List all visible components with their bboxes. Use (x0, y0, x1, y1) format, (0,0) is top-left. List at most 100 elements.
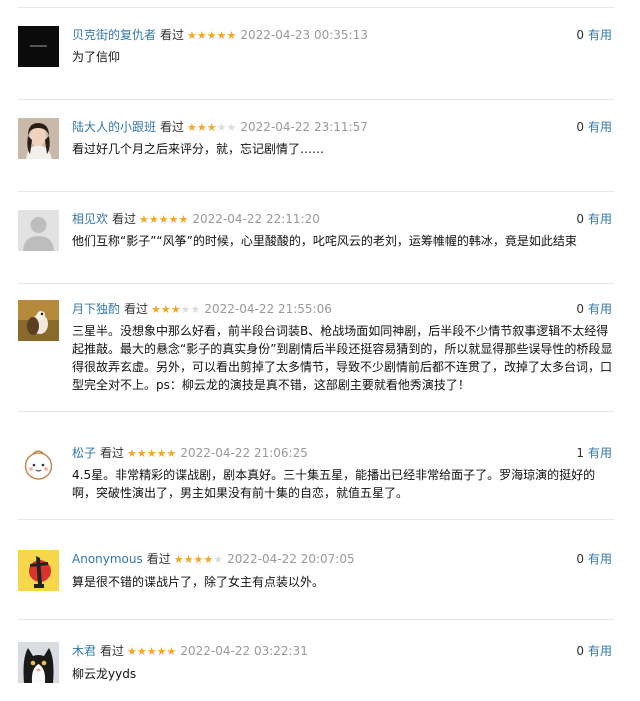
comment-item: 松子 看过 ★★★★★ 2022-04-22 21:06:25 1 有用 4.5星。非常… (0, 412, 640, 520)
star-filled-icon: ★ (196, 29, 207, 42)
vote-count: 0 (576, 302, 584, 316)
comment-meta: 陆大人的小跟班 看过 ★★★★★ 2022-04-22 23:11:57 (72, 119, 368, 135)
username-link[interactable]: 月下独酌 (72, 302, 120, 316)
useful-button[interactable]: 有用 (588, 28, 612, 42)
comment-time: 2022-04-22 23:11:57 (240, 120, 368, 134)
vote-area: 0 有用 (576, 301, 612, 317)
useful-button[interactable]: 有用 (588, 644, 612, 658)
comment-text: 4.5星。非常精彩的谍战剧，剧本真好。三十集五星，能播出已经非常给面子了。罗海琼… (72, 468, 596, 500)
vote-count: 1 (576, 446, 584, 460)
comment-meta: 相见欢 看过 ★★★★★ 2022-04-22 22:11:20 (72, 211, 320, 227)
watch-status: 看过 (160, 28, 185, 42)
username-link[interactable]: 贝克街的复仇者 (72, 28, 156, 42)
useful-button[interactable]: 有用 (588, 120, 612, 134)
vote-area: 1 有用 (576, 445, 612, 461)
star-empty-icon: ★ (190, 303, 201, 316)
vote-area: 0 有用 (576, 551, 612, 567)
comment-text: 三星半。没想象中那么好看，前半段台词装B、枪战场面如同神剧，后半段不少情节叙事逻… (72, 324, 613, 392)
comment-text: 他们互称“影子”“风筝”的时候，心里酸酸的，叱咤风云的老刘，运筹帷幄的韩冰，竟是… (72, 234, 577, 248)
star-filled-icon: ★ (187, 121, 197, 134)
star-filled-icon: ★ (160, 303, 171, 316)
avatar[interactable] (18, 550, 59, 591)
star-filled-icon: ★ (156, 645, 167, 658)
star-filled-icon: ★ (146, 447, 157, 460)
star-filled-icon: ★ (206, 121, 217, 134)
comment-time: 2022-04-22 22:11:20 (192, 212, 320, 226)
star-filled-icon: ★ (168, 213, 179, 226)
star-filled-icon: ★ (226, 29, 237, 42)
username-link[interactable]: 木君 (72, 644, 96, 658)
star-filled-icon: ★ (136, 645, 147, 658)
comment-meta: 月下独酌 看过 ★★★★★ 2022-04-22 21:55:06 (72, 301, 332, 317)
star-filled-icon: ★ (173, 553, 184, 566)
star-filled-icon: ★ (127, 447, 137, 460)
avatar[interactable] (18, 26, 59, 67)
vote-area: 0 有用 (576, 211, 612, 227)
rating-stars: ★★★★★ (187, 28, 236, 44)
useful-button[interactable]: 有用 (588, 446, 612, 460)
watch-status: 看过 (112, 212, 137, 226)
star-filled-icon: ★ (158, 213, 169, 226)
vote-count: 0 (576, 212, 584, 226)
star-empty-icon: ★ (216, 121, 227, 134)
comment-item: 木君 看过 ★★★★★ 2022-04-22 03:22:31 0 有用 柳云龙yyds (0, 620, 640, 701)
rating-stars: ★★★★★ (151, 302, 200, 318)
vote-area: 0 有用 (576, 119, 612, 135)
comment-time: 2022-04-22 03:22:31 (180, 644, 308, 658)
avatar[interactable] (18, 642, 59, 683)
rating-stars: ★★★★★ (127, 446, 176, 462)
avatar[interactable] (18, 118, 59, 159)
star-filled-icon: ★ (136, 447, 147, 460)
comment-meta: 贝克街的复仇者 看过 ★★★★★ 2022-04-23 00:35:13 (72, 27, 368, 43)
star-filled-icon: ★ (170, 303, 181, 316)
comment-meta: 木君 看过 ★★★★★ 2022-04-22 03:22:31 (72, 643, 308, 659)
comment-time: 2022-04-22 21:06:25 (180, 446, 308, 460)
comment-item: 贝克街的复仇者 看过 ★★★★★ 2022-04-23 00:35:13 0 有用 为了… (0, 8, 640, 100)
star-filled-icon: ★ (151, 303, 161, 316)
watch-status: 看过 (100, 644, 125, 658)
star-filled-icon: ★ (196, 121, 207, 134)
star-filled-icon: ★ (183, 553, 194, 566)
useful-button[interactable]: 有用 (588, 552, 612, 566)
star-filled-icon: ★ (139, 213, 149, 226)
star-empty-icon: ★ (226, 121, 237, 134)
star-filled-icon: ★ (166, 645, 177, 658)
watch-status: 看过 (146, 552, 171, 566)
comment-item: 月下独酌 看过 ★★★★★ 2022-04-22 21:55:06 0 有用 三星半。没… (0, 284, 640, 412)
star-filled-icon: ★ (146, 645, 157, 658)
vote-count: 0 (576, 120, 584, 134)
comment-item: 陆大人的小跟班 看过 ★★★★★ 2022-04-22 23:11:57 0 有用 看过… (0, 100, 640, 192)
rating-stars: ★★★★★ (139, 212, 188, 228)
star-filled-icon: ★ (216, 29, 227, 42)
username-link[interactable]: 相见欢 (72, 212, 108, 226)
star-filled-icon: ★ (193, 553, 204, 566)
vote-count: 0 (576, 28, 584, 42)
vote-count: 0 (576, 644, 584, 658)
star-filled-icon: ★ (148, 213, 159, 226)
avatar[interactable] (18, 210, 59, 251)
star-filled-icon: ★ (166, 447, 177, 460)
comment-meta: 松子 看过 ★★★★★ 2022-04-22 21:06:25 (72, 445, 308, 461)
comment-item: 相见欢 看过 ★★★★★ 2022-04-22 22:11:20 0 有用 他们互称“影… (0, 192, 640, 284)
rating-stars: ★★★★★ (174, 552, 223, 568)
comment-text: 看过好几个月之后来评分，就，忘记剧情了…… (72, 142, 325, 156)
username-link[interactable]: Anonymous (72, 552, 143, 566)
avatar[interactable] (18, 300, 59, 341)
useful-button[interactable]: 有用 (588, 212, 612, 226)
comment-item: Anonymous 看过 ★★★★★ 2022-04-22 20:07:05 0 有用 … (0, 520, 640, 620)
comment-text: 柳云龙yyds (72, 667, 137, 681)
comment-time: 2022-04-23 00:35:13 (240, 28, 368, 42)
username-link[interactable]: 陆大人的小跟班 (72, 120, 156, 134)
username-link[interactable]: 松子 (72, 446, 96, 460)
comment-text: 算是很不错的谍战片了，除了女主有点装以外。 (72, 575, 325, 589)
useful-button[interactable]: 有用 (588, 302, 612, 316)
watch-status: 看过 (100, 446, 125, 460)
watch-status: 看过 (124, 302, 149, 316)
rating-stars: ★★★★★ (127, 644, 176, 660)
avatar[interactable] (18, 444, 59, 485)
watch-status: 看过 (160, 120, 185, 134)
star-empty-icon: ★ (213, 553, 224, 566)
star-empty-icon: ★ (180, 303, 191, 316)
vote-area: 0 有用 (576, 643, 612, 659)
star-filled-icon: ★ (156, 447, 167, 460)
